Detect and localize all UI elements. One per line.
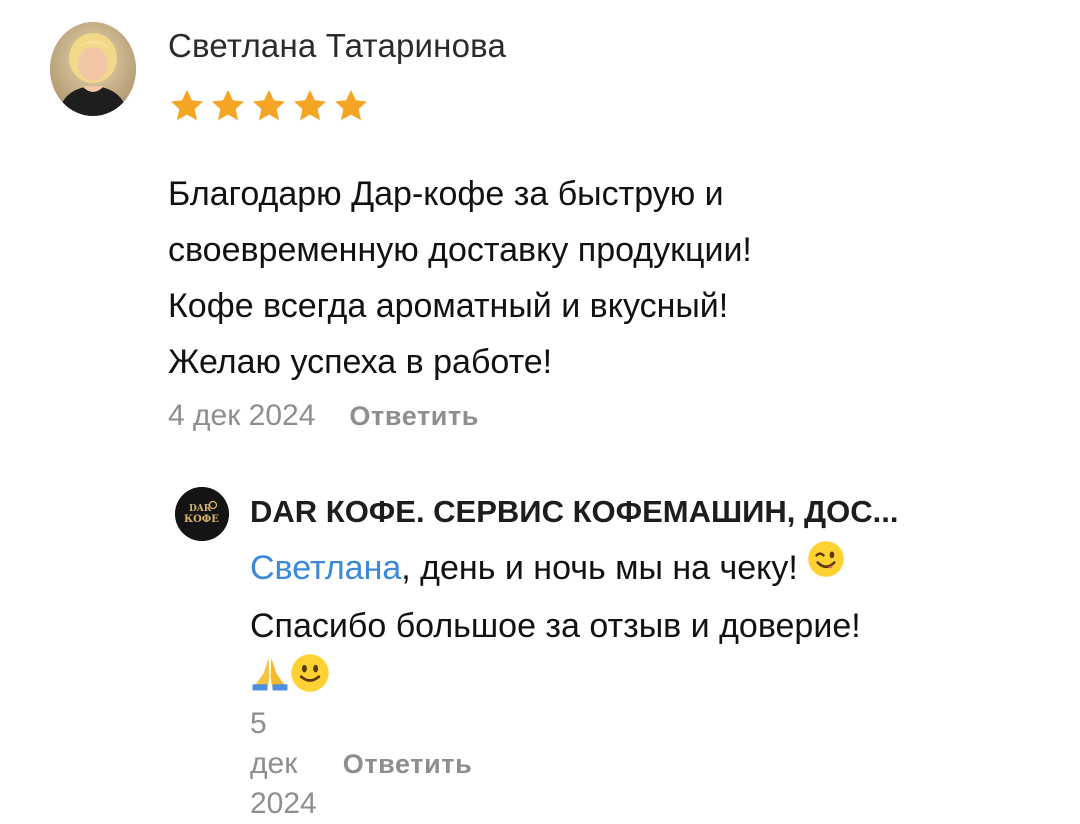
reply-date: 5 дек 2024 xyxy=(250,707,317,820)
business-name[interactable]: DAR КОФЕ. СЕРВИС КОФЕМАШИН, ДОС... xyxy=(250,492,1030,532)
review-text-line: Кофе всегда ароматный и вкусный! xyxy=(168,287,729,325)
review-text-line: Желаю успеха в работе! xyxy=(168,343,553,381)
smiling-face-icon xyxy=(290,653,330,710)
reply-text-line-1: Светлана, день и ночь мы на чеку! xyxy=(250,540,1050,598)
author-photo xyxy=(50,22,136,116)
reply-text: Светлана, день и ночь мы на чеку! Спасиб… xyxy=(250,540,1050,713)
review-text: Благодарю Дар-кофе за быструю и своеврем… xyxy=(168,166,1048,390)
star-icon xyxy=(250,88,288,124)
reply-text-line-2: Спасибо большое за отзыв и доверие! xyxy=(250,607,861,646)
star-icon xyxy=(168,88,206,124)
star-icon xyxy=(332,88,370,124)
mention-link[interactable]: Светлана xyxy=(250,549,401,587)
reply-text-fragment: , день и ночь мы на чеку! xyxy=(401,549,798,587)
author-name[interactable]: Светлана Татаринова xyxy=(168,26,506,66)
logo-text-bottom: КОФЕ xyxy=(184,514,219,525)
logo-text-top: DAR xyxy=(189,504,212,514)
review-date: 4 дек 2024 xyxy=(168,399,316,432)
review-text-line: своевременную доставку продукции! xyxy=(168,231,752,269)
review-card: Светлана Татаринова Благодарю Дар-кофе з… xyxy=(0,0,1080,820)
review-meta: 4 дек 2024 Ответить xyxy=(168,396,479,436)
winking-face-icon xyxy=(807,539,845,595)
reply-meta: 5 дек 2024 Ответить xyxy=(250,704,472,824)
reply-to-reply-button[interactable]: Ответить xyxy=(343,744,473,784)
author-avatar[interactable] xyxy=(50,22,136,116)
folded-hands-icon xyxy=(250,653,290,710)
business-avatar[interactable]: DAR КОФЕ xyxy=(175,487,229,541)
star-icon xyxy=(291,88,329,124)
reply-button[interactable]: Ответить xyxy=(349,396,479,436)
review-text-line: Благодарю Дар-кофе за быструю и xyxy=(168,175,724,213)
star-icon xyxy=(209,88,247,124)
rating-stars xyxy=(168,88,370,124)
business-logo-icon: DAR КОФЕ xyxy=(175,487,229,541)
